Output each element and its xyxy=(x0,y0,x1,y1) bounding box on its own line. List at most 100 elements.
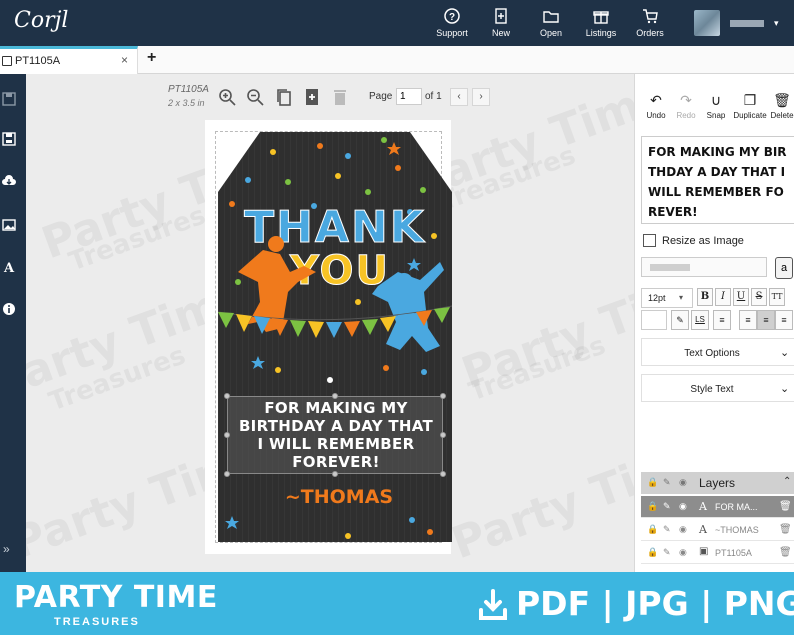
save-as-icon[interactable] xyxy=(2,132,16,146)
align-right-icon[interactable]: ≡ xyxy=(775,310,793,330)
nav-orders[interactable]: Orders xyxy=(625,8,675,38)
eye-icon[interactable]: ◉ xyxy=(679,501,687,512)
help-circle-icon: ? xyxy=(444,8,460,24)
undo-icon: ↶ xyxy=(650,92,662,108)
resize-as-image-checkbox[interactable] xyxy=(643,234,656,247)
nav-label: Support xyxy=(436,28,468,38)
undo-label: Undo xyxy=(646,111,666,120)
info-icon[interactable] xyxy=(2,302,16,316)
add-page-icon[interactable] xyxy=(303,88,321,106)
nav-listings[interactable]: Listings xyxy=(576,8,626,38)
trash-icon[interactable]: 🗑 xyxy=(779,524,792,535)
layer-name: ~THOMAS xyxy=(715,525,759,535)
message-text-box[interactable]: FOR MAKING MY BIRTHDAY A DAY THAT I WILL… xyxy=(227,396,443,474)
editor-canvas: Party Time Treasures Party Time Treasure… xyxy=(26,74,634,572)
document-name: PT1105A xyxy=(168,84,209,95)
zoom-in-icon[interactable] xyxy=(218,88,236,106)
eyedropper-icon[interactable]: ✎ xyxy=(671,310,689,330)
resize-handle[interactable] xyxy=(224,432,230,438)
signature-text[interactable]: ~THOMAS xyxy=(238,486,440,508)
image-icon xyxy=(2,56,12,66)
folder-icon xyxy=(543,11,559,23)
watermark: Party Time xyxy=(445,429,634,570)
page-number-input[interactable] xyxy=(396,88,422,105)
layer-name: FOR MA... xyxy=(715,502,758,512)
chevron-up-icon: ⌃ xyxy=(783,476,792,487)
resize-handle[interactable] xyxy=(332,393,338,399)
undo-button[interactable]: ↶ Undo xyxy=(641,92,671,120)
all-caps-button[interactable]: TT xyxy=(769,288,785,306)
thank-you-tag[interactable]: THANK YOU xyxy=(218,132,452,542)
redo-button[interactable]: ↷ Redo xyxy=(671,92,701,120)
nav-open[interactable]: Open xyxy=(526,8,576,38)
promo-banner: PARTY TIME TREASURES PDF | JPG | PNG xyxy=(0,572,794,635)
eye-icon[interactable]: ◉ xyxy=(679,524,687,535)
cloud-download-icon[interactable] xyxy=(2,174,16,188)
bold-button[interactable]: B xyxy=(697,288,713,306)
pencil-icon[interactable]: ✎ xyxy=(663,501,671,512)
font-picker-button[interactable]: a xyxy=(775,257,793,279)
font-family-select[interactable] xyxy=(641,257,767,277)
message-line-3: I WILL REMEMBER xyxy=(257,435,415,453)
snap-button[interactable]: ∪ Snap xyxy=(701,92,731,120)
app-logo[interactable]: Corjl xyxy=(14,8,68,33)
layer-row[interactable]: 🔒 ✎ ◉ ▣ PT1105A 🗑 xyxy=(641,542,794,564)
strikethrough-button[interactable]: S xyxy=(751,288,767,306)
delete-label: Delete xyxy=(770,111,794,120)
resize-handle[interactable] xyxy=(224,471,230,477)
magnet-icon: ∪ xyxy=(710,92,722,108)
next-page-button[interactable]: › xyxy=(472,88,490,106)
align-center-icon[interactable]: ≡ xyxy=(757,310,775,330)
pencil-icon[interactable]: ✎ xyxy=(663,524,671,535)
text-color-swatch[interactable] xyxy=(641,310,667,330)
trash-icon[interactable]: 🗑 xyxy=(779,547,792,558)
trash-icon[interactable] xyxy=(331,88,349,106)
tab-document[interactable]: PT1105A × xyxy=(0,46,138,74)
svg-text:A: A xyxy=(3,261,15,274)
text-options-accordion[interactable]: Text Options ⌄ xyxy=(641,338,794,366)
save-icon[interactable] xyxy=(2,92,16,106)
layers-header[interactable]: 🔒 ✎ ◉ Layers ⌃ xyxy=(641,472,794,494)
resize-as-image-label: Resize as Image xyxy=(662,235,744,247)
text-icon[interactable]: A xyxy=(2,260,16,274)
line-height-icon[interactable]: ≡ xyxy=(713,310,731,330)
prev-page-button[interactable]: ‹ xyxy=(450,88,468,106)
lock-icon[interactable]: 🔒 xyxy=(647,547,658,558)
pencil-icon[interactable]: ✎ xyxy=(663,547,671,558)
resize-handle[interactable] xyxy=(332,471,338,477)
layer-row[interactable]: 🔒 ✎ ◉ A ~THOMAS 🗑 xyxy=(641,519,794,541)
user-menu[interactable]: ▾ xyxy=(694,10,790,36)
letter-spacing-button[interactable]: LS xyxy=(691,310,709,330)
text-content-field[interactable]: FOR MAKING MY BIRTHDAY A DAY THAT I WILL… xyxy=(641,136,794,224)
brand-name: PARTY TIME xyxy=(14,580,218,615)
copy-page-icon[interactable] xyxy=(275,88,293,106)
resize-handle[interactable] xyxy=(440,393,446,399)
italic-button[interactable]: I xyxy=(715,288,731,306)
duplicate-button[interactable]: ❐ Duplicate xyxy=(733,92,767,120)
lock-icon[interactable]: 🔒 xyxy=(647,501,658,512)
add-tab-button[interactable]: + xyxy=(147,49,156,67)
image-icon[interactable] xyxy=(2,218,16,232)
lock-icon: 🔒 xyxy=(647,477,659,487)
expand-sidebar-icon[interactable]: » xyxy=(3,542,10,556)
style-text-accordion[interactable]: Style Text ⌄ xyxy=(641,374,794,402)
resize-handle[interactable] xyxy=(440,432,446,438)
trash-icon[interactable]: 🗑 xyxy=(779,501,792,512)
zoom-out-icon[interactable] xyxy=(246,88,264,106)
font-size-select[interactable]: 12pt xyxy=(641,288,693,308)
resize-handle[interactable] xyxy=(224,393,230,399)
delete-button[interactable]: 🗑 Delete xyxy=(767,92,794,120)
underline-button[interactable]: U xyxy=(733,288,749,306)
redo-icon: ↷ xyxy=(680,92,692,108)
nav-support[interactable]: ? Support xyxy=(427,8,477,38)
layer-row[interactable]: 🔒 ✎ ◉ A FOR MA... 🗑 xyxy=(641,496,794,518)
eye-icon[interactable]: ◉ xyxy=(679,547,687,558)
close-icon[interactable]: × xyxy=(121,53,128,67)
lock-icon[interactable]: 🔒 xyxy=(647,524,658,535)
snap-label: Snap xyxy=(706,111,726,120)
nav-new[interactable]: New xyxy=(476,8,526,38)
resize-handle[interactable] xyxy=(440,471,446,477)
align-left-icon[interactable]: ≡ xyxy=(739,310,757,330)
chevron-down-icon: ⌄ xyxy=(780,347,790,359)
redo-label: Redo xyxy=(676,111,696,120)
